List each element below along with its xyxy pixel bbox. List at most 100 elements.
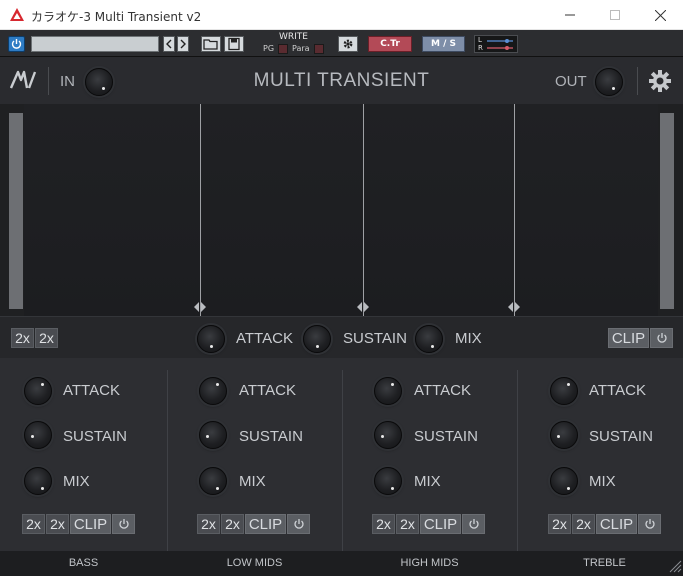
global-controls: 2x 2x ATTACK SUSTAIN MIX CLIP (0, 316, 683, 358)
write-label: WRITE (279, 32, 308, 42)
global-oversample-1-button[interactable]: 2x (11, 328, 34, 348)
high-mids-oversample-2-button[interactable]: 2x (396, 514, 419, 534)
global-clip-power-button[interactable] (650, 328, 673, 348)
settings-gear-icon[interactable] (648, 69, 672, 93)
low-mids-mix-label: MIX (239, 473, 266, 490)
folder-icon (203, 39, 218, 50)
low-mids-clip-power-button[interactable] (287, 514, 310, 534)
low-mids-clip-button[interactable]: CLIP (245, 514, 286, 534)
bass-mix-knob[interactable] (24, 467, 52, 495)
treble-oversample-2-button[interactable]: 2x (572, 514, 595, 534)
pg-write-toggle[interactable] (278, 44, 288, 54)
host-settings-button[interactable] (338, 36, 358, 52)
maximize-button[interactable] (592, 0, 638, 30)
para-write-toggle[interactable] (314, 44, 324, 54)
power-icon (293, 519, 304, 529)
low-mids-mix-knob[interactable] (199, 467, 227, 495)
crossover-line-1 (200, 104, 201, 316)
bass-oversample-1-button[interactable]: 2x (22, 514, 45, 534)
minimize-button[interactable] (547, 0, 593, 30)
lr-routing-box[interactable]: L R (474, 35, 518, 53)
band-separator (342, 370, 343, 551)
pg-label: PG (263, 44, 275, 53)
high-mids-mix-knob[interactable] (374, 467, 402, 495)
low-mids-attack-knob[interactable] (199, 377, 227, 405)
close-icon (654, 9, 666, 21)
resize-grip-icon[interactable] (668, 559, 682, 573)
crossover-handle-2[interactable] (356, 301, 370, 313)
crossover-handle-3[interactable] (507, 301, 521, 313)
high-mids-attack-knob[interactable] (374, 377, 402, 405)
global-sustain-knob[interactable] (303, 325, 331, 353)
treble-sustain-label: SUSTAIN (589, 428, 653, 445)
bass-clip-power-button[interactable] (112, 514, 135, 534)
band-separator (517, 370, 518, 551)
global-mix-knob[interactable] (415, 325, 443, 353)
power-icon (11, 39, 22, 49)
high-mids-sustain-knob[interactable] (374, 421, 402, 449)
band-footer: BASS LOW MIDS HIGH MIDS TREBLE (0, 551, 683, 576)
global-mix-label: MIX (455, 330, 482, 347)
preset-field[interactable] (31, 36, 159, 52)
global-attack-knob[interactable] (197, 325, 225, 353)
low-mids-sustain-label: SUSTAIN (239, 428, 303, 445)
treble-clip-button[interactable]: CLIP (596, 514, 637, 534)
high-mids-attack-label: ATTACK (414, 382, 471, 399)
preset-prev-button[interactable] (163, 36, 175, 52)
r-channel-label: R (478, 44, 483, 52)
bass-mix-label: MIX (63, 473, 90, 490)
ms-button[interactable]: M / S (422, 36, 465, 52)
low-mids-oversample-1-button[interactable]: 2x (197, 514, 220, 534)
save-preset-button[interactable] (224, 36, 244, 52)
band-controls: ATTACK SUSTAIN MIX 2x 2x CLIP ATTACK SUS… (0, 358, 683, 551)
chevron-right-icon (180, 39, 186, 49)
routing-icon (487, 39, 513, 50)
low-mids-attack-label: ATTACK (239, 382, 296, 399)
treble-mix-knob[interactable] (550, 467, 578, 495)
bass-sustain-knob[interactable] (24, 421, 52, 449)
high-mids-oversample-1-button[interactable]: 2x (372, 514, 395, 534)
high-mids-mix-label: MIX (414, 473, 441, 490)
para-label: Para (292, 44, 310, 53)
crossover-line-3 (514, 104, 515, 316)
preset-next-button[interactable] (177, 36, 189, 52)
gear-icon (343, 39, 353, 49)
high-mids-sustain-label: SUSTAIN (414, 428, 478, 445)
bypass-power-button[interactable] (8, 36, 25, 52)
bass-clip-button[interactable]: CLIP (70, 514, 111, 534)
bass-sustain-label: SUSTAIN (63, 428, 127, 445)
treble-attack-knob[interactable] (550, 377, 578, 405)
chevron-left-icon (166, 39, 172, 49)
band-display (0, 104, 683, 316)
power-icon (656, 333, 667, 343)
power-icon (644, 519, 655, 529)
header-divider-right (637, 67, 638, 95)
global-clip-button[interactable]: CLIP (608, 328, 649, 348)
low-mids-sustain-knob[interactable] (199, 421, 227, 449)
bass-oversample-2-button[interactable]: 2x (46, 514, 69, 534)
output-meter (660, 113, 674, 309)
ctr-button[interactable]: C.Tr (368, 36, 412, 52)
save-icon (228, 37, 240, 51)
maximize-icon (610, 10, 620, 20)
low-mids-oversample-2-button[interactable]: 2x (221, 514, 244, 534)
window-titlebar: カラオケ-3 Multi Transient v2 (0, 0, 683, 30)
treble-clip-power-button[interactable] (638, 514, 661, 534)
global-oversample-2-button[interactable]: 2x (35, 328, 58, 348)
plugin-header: IN MULTI TRANSIENT OUT (0, 57, 683, 104)
crossover-line-2 (363, 104, 364, 316)
open-preset-button[interactable] (201, 36, 221, 52)
treble-sustain-knob[interactable] (550, 421, 578, 449)
band-separator (167, 370, 168, 551)
output-gain-knob[interactable] (595, 68, 623, 96)
treble-oversample-1-button[interactable]: 2x (548, 514, 571, 534)
high-mids-clip-button[interactable]: CLIP (420, 514, 461, 534)
power-icon (468, 519, 479, 529)
close-button[interactable] (637, 0, 683, 30)
minimize-icon (565, 14, 575, 16)
bass-attack-knob[interactable] (24, 377, 52, 405)
crossover-handle-1[interactable] (193, 301, 207, 313)
band-name-treble: TREBLE (583, 557, 626, 569)
high-mids-clip-power-button[interactable] (462, 514, 485, 534)
global-attack-label: ATTACK (236, 330, 293, 347)
